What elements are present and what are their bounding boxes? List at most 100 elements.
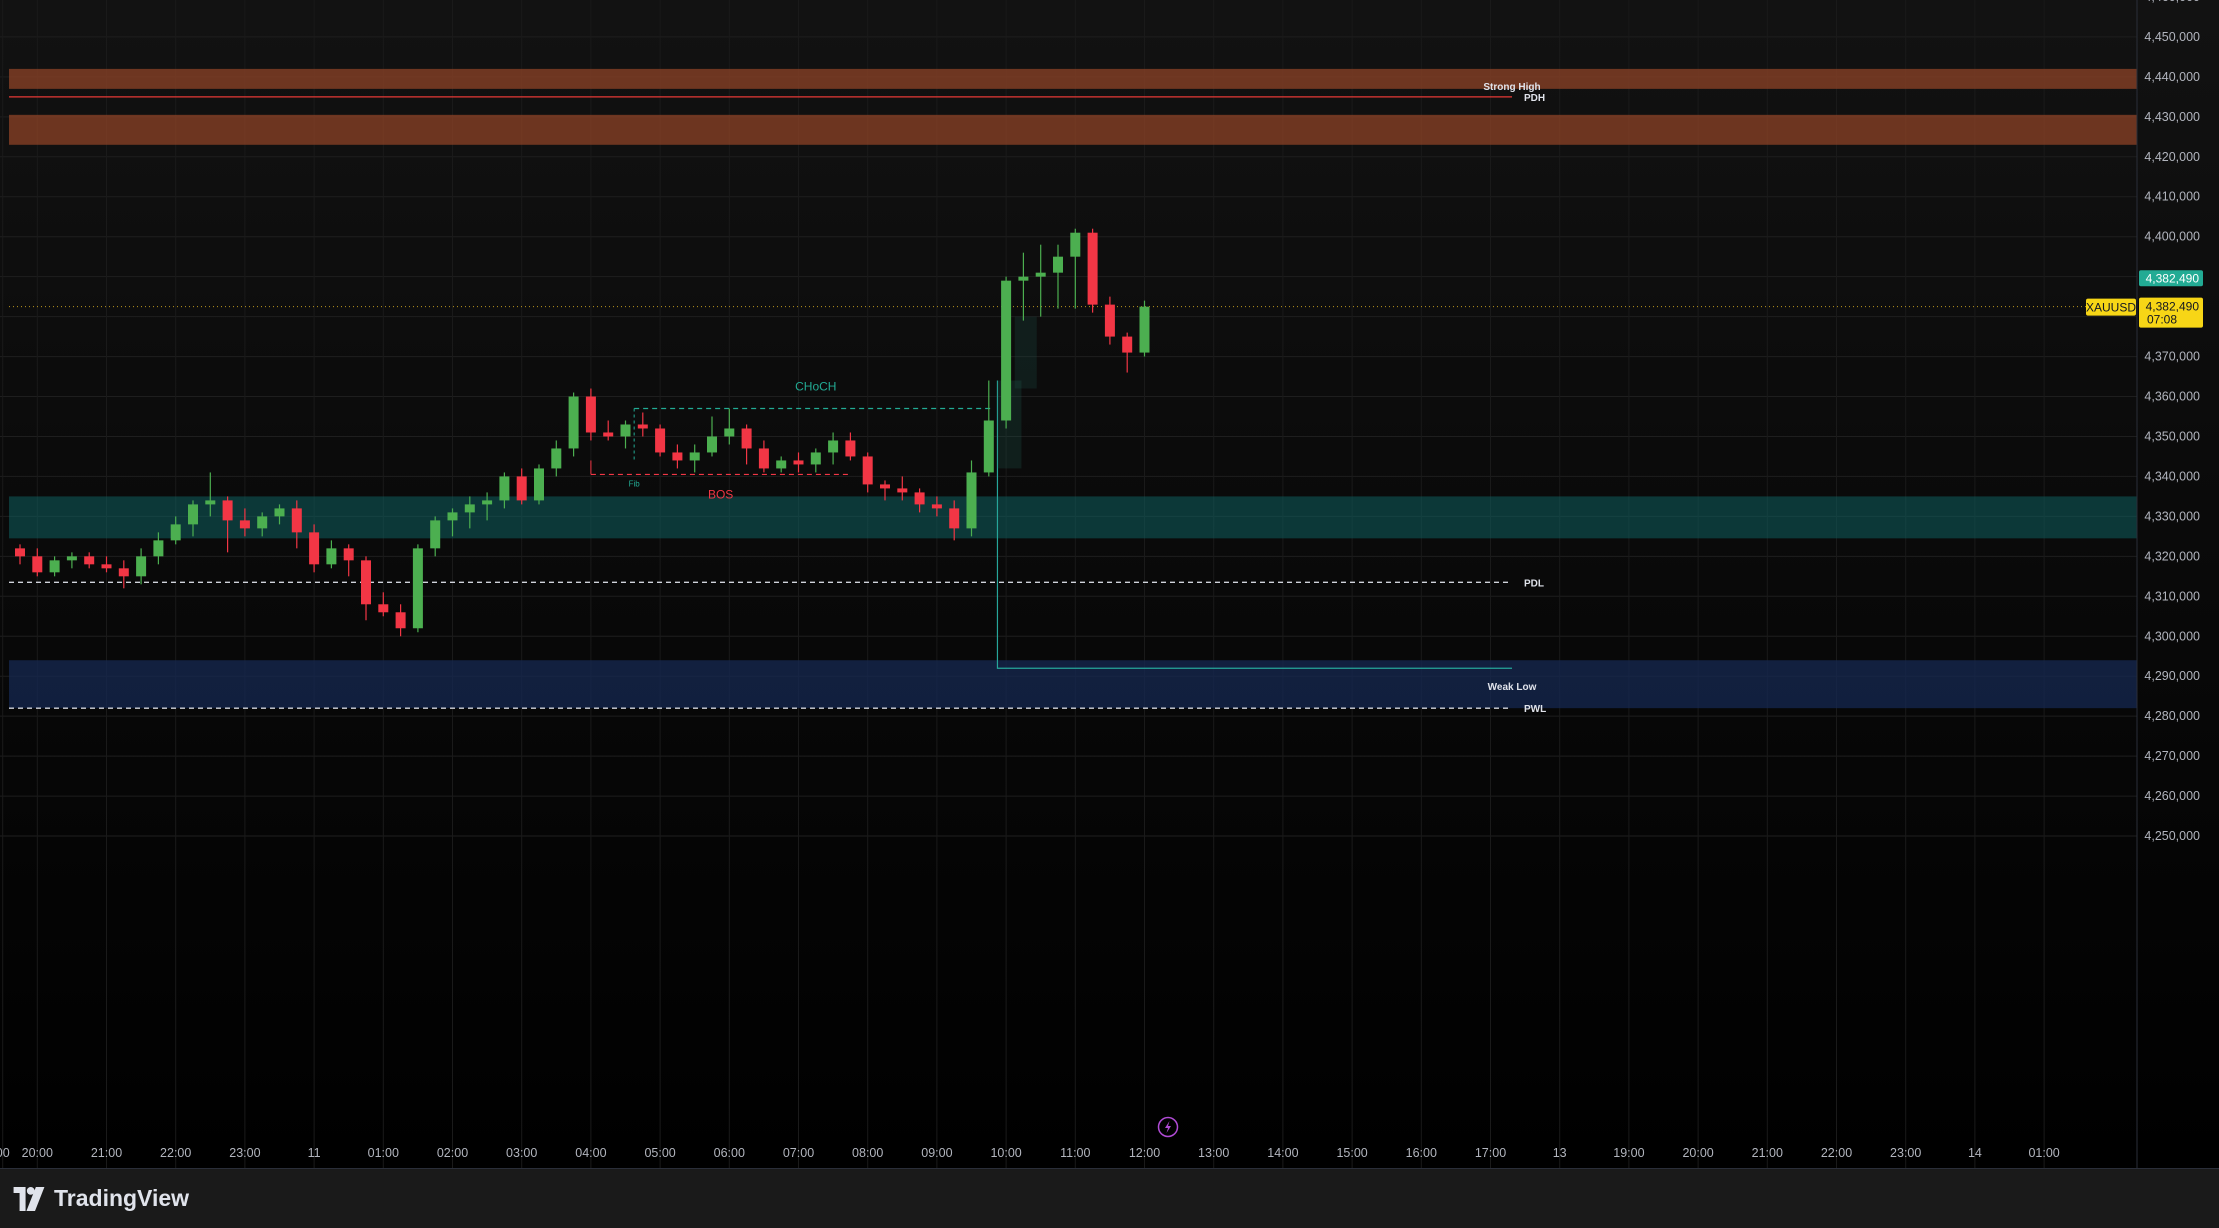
candle-body[interactable]: [931, 504, 942, 509]
candle-body[interactable]: [672, 452, 683, 461]
x-axis-tick-label: 04:00: [575, 1146, 606, 1160]
chart-background: [0, 0, 2219, 1168]
candle-body[interactable]: [862, 456, 873, 485]
candle-body[interactable]: [655, 428, 666, 453]
brand[interactable]: TradingView: [12, 1185, 189, 1212]
candle-body[interactable]: [758, 448, 769, 469]
candle-body[interactable]: [274, 508, 285, 517]
x-axis-tick-label: 02:00: [437, 1146, 468, 1160]
candle-body[interactable]: [1139, 306, 1150, 353]
candle-body[interactable]: [464, 504, 475, 513]
candle-body[interactable]: [222, 500, 233, 521]
candle-body[interactable]: [1070, 232, 1081, 257]
candle-body[interactable]: [966, 472, 977, 529]
y-axis-tick-label: 4,460,000: [2144, 0, 2200, 4]
candle-body[interactable]: [378, 604, 389, 613]
candle-body[interactable]: [983, 420, 994, 473]
candle-body[interactable]: [49, 560, 60, 573]
x-axis-tick-label: 07:00: [783, 1146, 814, 1160]
candle-body[interactable]: [707, 436, 717, 453]
y-axis-tick-label: 4,340,000: [2144, 469, 2200, 483]
y-axis-tick-label: 4,410,000: [2144, 190, 2200, 204]
candle-body[interactable]: [724, 428, 735, 437]
current-price-badge-text: 4,382,490: [2146, 300, 2200, 314]
brand-name: TradingView: [54, 1185, 190, 1211]
y-axis-tick-label: 4,280,000: [2144, 709, 2200, 723]
y-axis-tick-label: 4,330,000: [2144, 509, 2200, 523]
candle-body[interactable]: [32, 556, 43, 573]
candle-body[interactable]: [776, 460, 787, 469]
footer-bar: TradingView: [0, 1168, 2219, 1228]
candle-body[interactable]: [499, 476, 510, 501]
candle-body[interactable]: [326, 548, 337, 565]
x-axis-tick-label: 13: [1553, 1146, 1567, 1160]
x-axis-tick-label: 01:00: [368, 1146, 399, 1160]
candle-body[interactable]: [136, 556, 147, 577]
candle-body[interactable]: [118, 568, 129, 577]
candle-body[interactable]: [15, 548, 25, 557]
candle-body[interactable]: [1018, 276, 1029, 281]
candle-body[interactable]: [1087, 232, 1098, 305]
candle-body[interactable]: [1053, 256, 1063, 273]
price-chart[interactable]: PWHPDHPDLPWLStrong HighWeak LowCHoCHBOSF…: [0, 0, 2219, 1168]
candle-body[interactable]: [568, 396, 579, 449]
candle-body[interactable]: [343, 548, 354, 561]
candle-body[interactable]: [309, 532, 320, 565]
candle-body[interactable]: [880, 484, 890, 489]
x-axis-tick-label: 21:00: [91, 1146, 122, 1160]
x-axis-tick-label: 08:00: [852, 1146, 883, 1160]
candle-body[interactable]: [516, 476, 527, 501]
candle-body[interactable]: [828, 440, 839, 453]
candle-body[interactable]: [1122, 336, 1133, 353]
candle-body[interactable]: [551, 448, 562, 469]
candle-body[interactable]: [949, 508, 960, 529]
level-label-pwl: PWL: [1524, 704, 1546, 715]
candle-body[interactable]: [84, 556, 95, 565]
chart-area[interactable]: PWHPDHPDLPWLStrong HighWeak LowCHoCHBOSF…: [0, 0, 2219, 1227]
candle-body[interactable]: [66, 556, 77, 561]
candle-body[interactable]: [603, 432, 614, 437]
candle-body[interactable]: [170, 524, 181, 541]
candle-body[interactable]: [793, 460, 804, 465]
candle-body[interactable]: [810, 452, 821, 465]
candle-body[interactable]: [257, 516, 268, 529]
candle-body[interactable]: [534, 468, 544, 501]
x-axis-tick-label: 14:00: [1267, 1146, 1298, 1160]
candle-body[interactable]: [637, 424, 648, 429]
candle-body[interactable]: [101, 564, 112, 569]
candle-body[interactable]: [897, 488, 908, 493]
x-axis-tick-label: 00: [0, 1146, 10, 1160]
x-axis-tick-label: 16:00: [1406, 1146, 1437, 1160]
candle-body[interactable]: [741, 428, 752, 449]
candle-body[interactable]: [1035, 272, 1046, 277]
candle-body[interactable]: [395, 612, 406, 629]
candle-body[interactable]: [291, 508, 302, 533]
x-axis-tick-label: 23:00: [1890, 1146, 1921, 1160]
candle-body[interactable]: [447, 512, 458, 521]
candle-body[interactable]: [482, 500, 493, 505]
demand-zone-navy: [9, 660, 2137, 709]
candle-body[interactable]: [1001, 280, 1012, 421]
candle-body[interactable]: [205, 500, 216, 505]
candle-body[interactable]: [620, 424, 631, 437]
candle-body[interactable]: [153, 540, 164, 557]
candle-body[interactable]: [430, 520, 441, 549]
x-axis-tick-label: 19:00: [1613, 1146, 1644, 1160]
candle-body[interactable]: [239, 520, 250, 529]
fvg-box-upper: [1014, 316, 1037, 389]
candle-body[interactable]: [689, 452, 700, 461]
candle-body[interactable]: [188, 504, 198, 525]
strong-high-label: Strong High: [1483, 82, 1540, 93]
candle-body[interactable]: [1104, 304, 1115, 337]
candle-body[interactable]: [914, 492, 925, 505]
candle-body[interactable]: [412, 548, 423, 629]
candle-body[interactable]: [361, 560, 371, 605]
supply-zone-red-bottom: [9, 114, 2137, 145]
x-axis-tick-label: 11:00: [1060, 1146, 1090, 1160]
x-axis-tick-label: 13:00: [1198, 1146, 1229, 1160]
candle-body[interactable]: [845, 440, 856, 457]
y-axis-tick-label: 4,400,000: [2144, 230, 2200, 244]
x-axis-tick-label: 20:00: [1682, 1146, 1713, 1160]
level-label-pdh: PDH: [1524, 93, 1545, 104]
candle-body[interactable]: [585, 396, 596, 433]
